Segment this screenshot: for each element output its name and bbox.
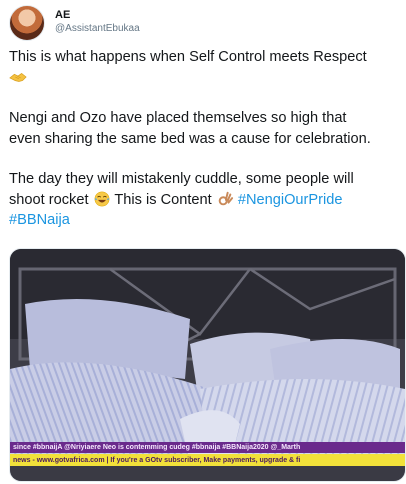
tweet-paragraph-3: The day they will mistakenly cuddle, som… — [9, 169, 401, 231]
paragraph-1-text: This is what happens when Self Control m… — [9, 49, 367, 65]
author-handle[interactable]: @AssistantEbukaa — [55, 22, 140, 36]
ok-hand-emoji-icon — [218, 191, 233, 205]
author-name[interactable]: AE — [55, 8, 140, 22]
author-block: AE @AssistantEbukaa — [55, 8, 140, 36]
avatar[interactable] — [9, 5, 45, 41]
paragraph-2-line-1: Nengi and Ozo have placed themselves so … — [9, 110, 347, 126]
handshake-emoji-icon — [9, 72, 27, 82]
tears-of-joy-emoji-icon — [94, 191, 109, 206]
tweet-text: This is what happens when Self Control m… — [9, 47, 401, 251]
tweet-header: AE @AssistantEbukaa — [9, 5, 140, 41]
paragraph-2-line-2: even sharing the same bed was a cause fo… — [9, 130, 371, 147]
paragraph-3-text-b: This is Content — [114, 191, 212, 208]
tweet-paragraph-2: Nengi and Ozo have placed themselves so … — [9, 108, 401, 149]
tweet-paragraph-1: This is what happens when Self Control m… — [9, 47, 401, 88]
ticker-line-1: since #bbnaijA @Nriyiaere Neo is contemm… — [13, 444, 301, 451]
ticker-line-2: news - www.gotvafrica.com | If you're a … — [13, 457, 301, 464]
hashtag-nengiourpride[interactable]: #NengiOurPride — [238, 192, 343, 208]
hashtag-bbnaija[interactable]: #BBNaija — [9, 212, 70, 228]
paragraph-3-text-a: shoot rocket — [9, 191, 89, 208]
paragraph-3-line-1: The day they will mistakenly cuddle, som… — [9, 171, 354, 187]
tweet-media-photo[interactable]: since #bbnaijA @Nriyiaere Neo is contemm… — [9, 248, 406, 482]
